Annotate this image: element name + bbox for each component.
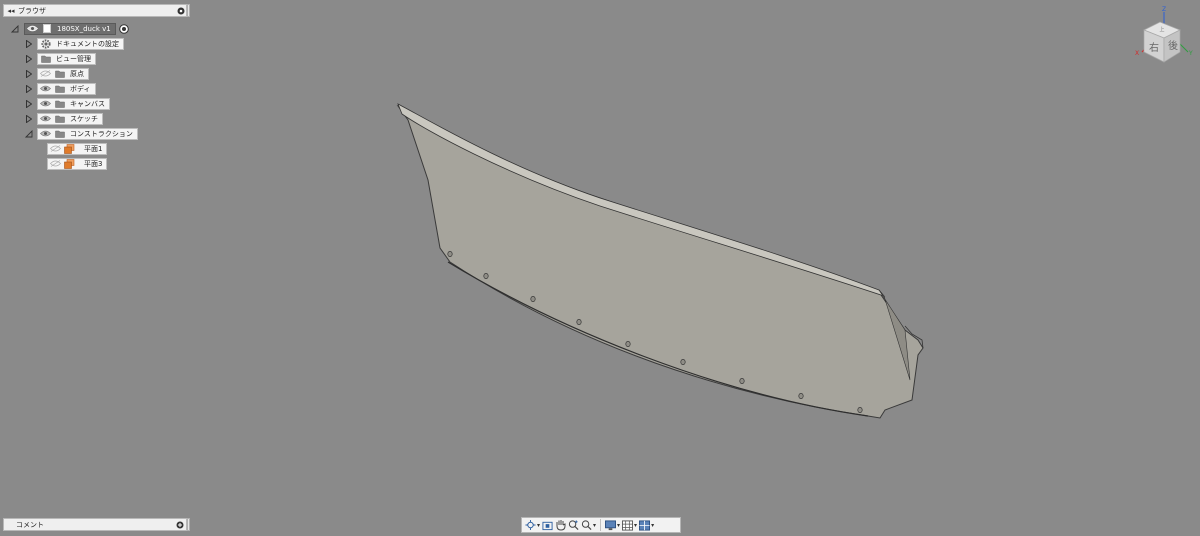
origin-node[interactable]: 原点 — [37, 67, 89, 80]
tree-item-plane-1[interactable]: 平面1 — [47, 142, 108, 155]
folder-icon — [54, 129, 65, 138]
bodies-node[interactable]: ボディ — [37, 82, 96, 95]
axis-z-label: Z — [1162, 6, 1166, 13]
tree-item-origin[interactable]: 原点 — [24, 67, 89, 80]
look-at-tool[interactable] — [541, 518, 554, 532]
expand-triangle-icon[interactable] — [24, 39, 34, 48]
collapse-panel-icon[interactable]: ◂◂ — [4, 7, 18, 15]
tree-item-bodies[interactable]: ボディ — [24, 82, 96, 95]
viewcube-top-label: 上 — [1159, 26, 1164, 33]
expand-triangle-icon[interactable] — [24, 84, 34, 93]
navigation-toolbar: ▾ ▾ ▾ ▾ ▾ — [521, 517, 681, 533]
item-label: スケッチ — [70, 114, 98, 123]
folder-icon — [54, 69, 65, 78]
model-viewport[interactable] — [0, 0, 1200, 536]
add-comment-icon[interactable] — [174, 521, 186, 529]
display-settings-icon — [605, 519, 617, 530]
collapse-triangle-icon[interactable] — [10, 24, 20, 33]
expand-triangle-icon[interactable] — [24, 54, 34, 63]
expand-triangle-icon[interactable] — [24, 69, 34, 78]
item-label: 平面3 — [84, 159, 103, 168]
grid-tool[interactable]: ▾ — [621, 518, 638, 532]
comments-panel[interactable]: コメント — [3, 518, 187, 531]
tree-root-row[interactable]: 180SX_duck v1 — [10, 22, 130, 35]
tree-item-named-views[interactable]: ビュー管理 — [24, 52, 96, 65]
viewcube-back-label: 後 — [1168, 39, 1178, 52]
item-label: ボディ — [70, 84, 91, 93]
orbit-tool[interactable]: ▾ — [524, 518, 541, 532]
plane-icon — [64, 143, 75, 154]
viewports-icon — [639, 519, 651, 531]
construction-node[interactable]: コンストラクション — [37, 127, 138, 140]
fit-tool[interactable]: ▾ — [580, 518, 597, 532]
axis-y-label: Y — [1188, 50, 1193, 57]
tree-item-sketches[interactable]: スケッチ — [24, 112, 103, 125]
folder-icon — [54, 84, 65, 93]
plane-1-node[interactable]: 平面1 — [47, 142, 108, 155]
pan-tool[interactable] — [554, 518, 567, 532]
pan-icon — [555, 520, 566, 531]
zoom-icon — [568, 520, 579, 531]
viewcube[interactable]: 上 右 後 X Y Z — [1130, 6, 1198, 66]
tree-item-construction[interactable]: コンストラクション — [24, 127, 138, 140]
rear-spoiler-model[interactable] — [396, 103, 924, 419]
tree-item-document-settings[interactable]: ドキュメントの設定 — [24, 37, 124, 50]
browser-panel-header: ◂◂ ブラウザ — [3, 4, 187, 17]
axis-x-label: X — [1135, 50, 1139, 57]
folder-icon — [54, 114, 65, 123]
canvases-node[interactable]: キャンバス — [37, 97, 110, 110]
sketches-node[interactable]: スケッチ — [37, 112, 103, 125]
eye-hidden-icon[interactable] — [40, 69, 51, 78]
item-label: 原点 — [70, 69, 84, 78]
document-icon — [41, 24, 52, 33]
fit-icon — [581, 520, 592, 531]
comments-resize-handle[interactable] — [187, 518, 190, 531]
item-label: コンストラクション — [70, 129, 133, 138]
expand-triangle-icon[interactable] — [24, 99, 34, 108]
display-settings-tool[interactable]: ▾ — [604, 518, 621, 532]
folder-icon — [40, 54, 51, 63]
toolbar-separator — [600, 519, 602, 531]
browser-resize-handle[interactable] — [187, 4, 190, 17]
eye-hidden-icon[interactable] — [50, 144, 61, 153]
plane-3-node[interactable]: 平面3 — [47, 157, 108, 170]
look-at-icon — [542, 521, 553, 530]
eye-hidden-icon[interactable] — [50, 159, 61, 168]
named-views-node[interactable]: ビュー管理 — [37, 52, 96, 65]
eye-icon[interactable] — [40, 114, 51, 123]
item-label: ドキュメントの設定 — [56, 39, 119, 48]
orbit-icon — [525, 519, 536, 531]
activate-radio-icon[interactable] — [119, 23, 130, 34]
browser-title: ブラウザ — [18, 6, 46, 15]
gear-icon — [40, 38, 51, 49]
viewcube-right-label: 右 — [1149, 41, 1159, 54]
item-label: キャンバス — [70, 99, 105, 108]
collapse-triangle-icon[interactable] — [24, 129, 34, 138]
tree-item-canvases[interactable]: キャンバス — [24, 97, 110, 110]
item-label: 平面1 — [84, 144, 103, 153]
eye-icon[interactable] — [27, 24, 38, 33]
item-label: ビュー管理 — [56, 54, 91, 63]
tree-item-plane-3[interactable]: 平面3 — [47, 157, 108, 170]
root-label: 180SX_duck v1 — [57, 24, 111, 33]
folder-icon — [54, 99, 65, 108]
comments-title: コメント — [16, 520, 44, 529]
zoom-tool[interactable] — [567, 518, 580, 532]
document-settings-node[interactable]: ドキュメントの設定 — [37, 37, 124, 50]
viewports-tool[interactable]: ▾ — [638, 518, 655, 532]
eye-icon[interactable] — [40, 99, 51, 108]
plane-icon — [64, 158, 75, 169]
grid-icon — [622, 519, 634, 531]
pin-icon[interactable] — [176, 6, 186, 16]
eye-icon[interactable] — [40, 129, 51, 138]
eye-icon[interactable] — [40, 84, 51, 93]
expand-triangle-icon[interactable] — [24, 114, 34, 123]
root-component[interactable]: 180SX_duck v1 — [24, 22, 116, 35]
